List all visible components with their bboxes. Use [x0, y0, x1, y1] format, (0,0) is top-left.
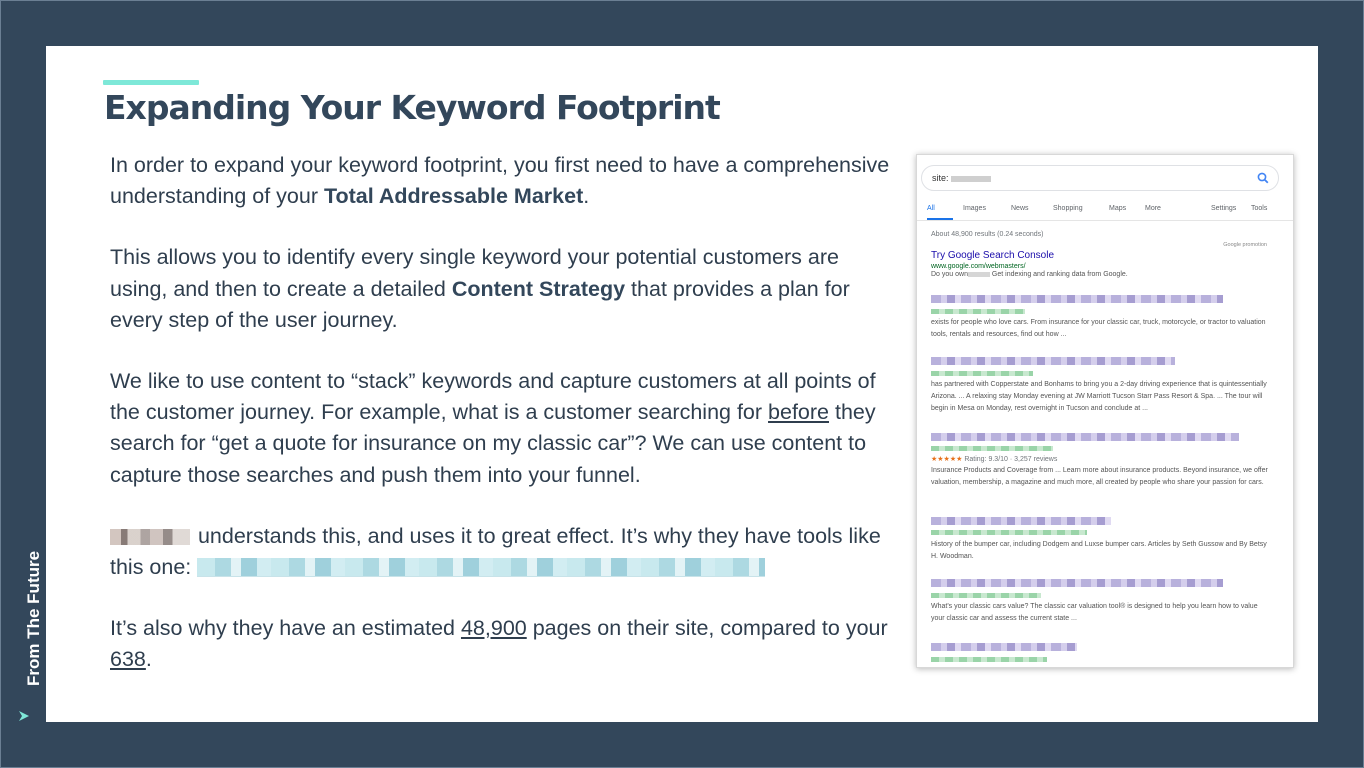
from-the-future-logo-icon: [19, 711, 29, 721]
bold-tam: Total Addressable Market: [323, 184, 584, 209]
serp-tab-all: All: [927, 205, 935, 212]
serp-divider: [917, 220, 1293, 221]
serp-tab-images: Images: [963, 205, 986, 212]
title-accent-bar: [103, 80, 199, 85]
serp-tab-news: News: [1011, 205, 1029, 212]
serp-result-desc: exists for people who love cars. From in…: [931, 319, 1266, 338]
brand-sidebar: From The Future: [8, 551, 43, 730]
serp-tab-more: More: [1145, 205, 1161, 212]
serp-result-title-redacted: [931, 433, 1239, 441]
serp-tab-tools: Tools: [1251, 205, 1268, 212]
paragraph-content-strategy: This allows you to identify every single…: [110, 245, 850, 332]
serp-result-title-redacted: [931, 643, 1077, 651]
paragraph-tools: understands this, and uses it to great e…: [110, 523, 881, 580]
serp-result-url-redacted: [931, 530, 1087, 535]
serp-search-box: site:: [921, 165, 1279, 191]
underlined-before: before: [768, 400, 829, 425]
bold-content-strategy: Content Strategy: [451, 276, 626, 301]
serp-result-title-redacted: [931, 517, 1111, 525]
serp-result-stats: About 48,900 results (0.24 seconds): [931, 231, 1044, 238]
serp-result-title-redacted: [931, 295, 1223, 303]
serp-result-url-redacted: [931, 446, 1053, 451]
slide: Expanding Your Keyword Footprint In orde…: [46, 46, 1318, 722]
serp-ad-url: www.google.com/webmasters/: [931, 263, 1026, 270]
serp-tab-maps: Maps: [1109, 205, 1127, 212]
serp-ad-title: Try Google Search Console: [931, 250, 1055, 261]
serp-result-title-redacted: [931, 579, 1223, 587]
serp-result-title-redacted: [931, 357, 1175, 365]
brand-label: From The Future: [24, 550, 43, 686]
paragraph-stack-keywords: We like to use content to “stack” keywor…: [110, 369, 876, 487]
serp-ad-desc: Do you own Get indexing and ranking data…: [931, 271, 1128, 278]
search-icon: [1257, 172, 1269, 184]
redacted-brand: [110, 528, 190, 545]
serp-tab-settings: Settings: [1211, 205, 1237, 212]
serp-tab-shopping: Shopping: [1053, 205, 1083, 212]
serp-result-desc: What's your classic cars value? The clas…: [931, 603, 1258, 622]
serp-result-rating: ★★★★★ Rating: 9.3/10 · 3,257 reviews: [931, 456, 1058, 463]
serp-promo-label: Google promotion: [1223, 242, 1267, 248]
search-results-screenshot: site: All Images News Shopping Maps More…: [916, 154, 1294, 668]
redacted-tool-link[interactable]: [197, 558, 766, 578]
slide-title: Expanding Your Keyword Footprint: [104, 88, 721, 127]
pages-count-yours[interactable]: 638: [110, 647, 146, 671]
serp-query: site:: [932, 173, 991, 183]
serp-result-desc: has partnered with Copperstate and Bonha…: [931, 381, 1267, 412]
serp-result-url-redacted: [931, 371, 1033, 376]
serp-result-url-redacted: [931, 593, 1041, 598]
body-text: In order to expand your keyword footprin…: [110, 150, 900, 706]
paragraph-pages: It’s also why they have an estimated 48,…: [110, 616, 888, 672]
pages-count-competitor[interactable]: 48,900: [461, 616, 527, 640]
paragraph-tam: In order to expand your keyword footprin…: [110, 153, 890, 209]
serp-result-url-redacted: [931, 309, 1025, 314]
serp-result-desc: History of the bumper car, including Dod…: [931, 541, 1267, 560]
serp-tabs: All Images News Shopping Maps More Setti…: [927, 205, 1283, 219]
serp-result-url-redacted: [931, 657, 1047, 662]
serp-result-desc: Insurance Products and Coverage from ...…: [931, 467, 1268, 486]
